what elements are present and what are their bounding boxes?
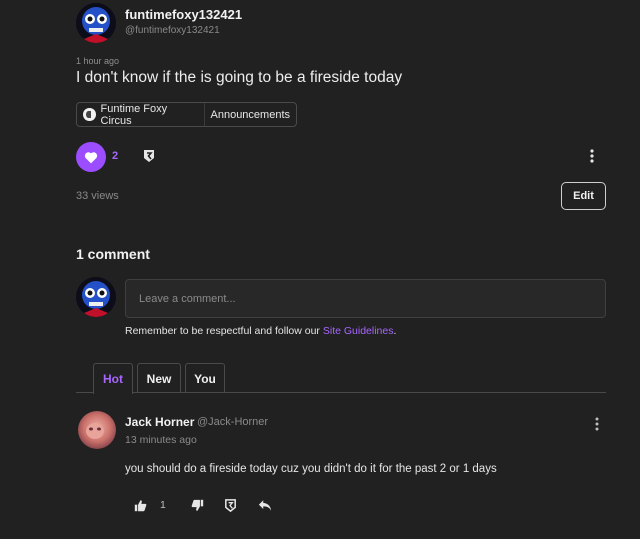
- comment-author-avatar[interactable]: [78, 411, 116, 449]
- post-timestamp: 1 hour ago: [76, 56, 120, 66]
- comment-author-handle: @Jack-Horner: [197, 416, 269, 428]
- like-button[interactable]: [76, 142, 106, 172]
- comment-score: 1: [160, 499, 166, 511]
- tab-new[interactable]: New: [137, 363, 181, 393]
- comment-award-button[interactable]: [222, 497, 238, 513]
- upvote-button[interactable]: [132, 497, 148, 513]
- reply-icon: [258, 499, 272, 511]
- community-logo-icon: [83, 108, 96, 121]
- tab-hot[interactable]: Hot: [93, 363, 133, 394]
- comment-text: you should do a fireside today cuz you d…: [125, 463, 497, 475]
- tag-category-label: Announcements: [210, 108, 291, 121]
- award-button[interactable]: [141, 148, 157, 164]
- downvote-button[interactable]: [189, 497, 205, 513]
- guidelines-prefix: Remember to be respectful and follow our: [125, 325, 323, 337]
- thumbs-down-icon: [191, 499, 203, 511]
- post-author-name[interactable]: funtimefoxy132421: [125, 7, 242, 22]
- tag-community-label: Funtime Foxy Circus: [100, 102, 168, 127]
- post-title: I don't know if the is going to be a fir…: [76, 69, 403, 86]
- current-user-avatar[interactable]: [76, 277, 116, 317]
- tab-you[interactable]: You: [185, 363, 225, 393]
- comments-title: 1 comment: [76, 246, 150, 262]
- guidelines-notice: Remember to be respectful and follow our…: [125, 325, 396, 337]
- heart-icon: [84, 151, 98, 163]
- award-icon: [224, 498, 236, 512]
- site-guidelines-link[interactable]: Site Guidelines: [323, 325, 394, 337]
- post-tags: Funtime Foxy Circus Announcements: [76, 102, 297, 127]
- like-count: 2: [112, 150, 119, 162]
- view-count: 33 views: [76, 190, 119, 202]
- thumbs-up-icon: [134, 499, 146, 511]
- edit-button[interactable]: Edit: [561, 182, 606, 210]
- post-author-avatar[interactable]: [76, 3, 116, 43]
- award-icon: [144, 150, 154, 162]
- more-vertical-icon: [595, 417, 599, 431]
- post-author-handle: @funtimefoxy132421: [125, 25, 220, 36]
- post-more-button[interactable]: [584, 148, 600, 164]
- comment-input[interactable]: [139, 292, 592, 305]
- tag-category[interactable]: Announcements: [203, 103, 297, 126]
- comment-author-name[interactable]: Jack Horner: [125, 415, 194, 429]
- reply-button[interactable]: [257, 497, 273, 513]
- comment-more-button[interactable]: [589, 416, 605, 432]
- tag-community[interactable]: Funtime Foxy Circus: [77, 102, 204, 127]
- comment-timestamp: 13 minutes ago: [125, 434, 197, 446]
- guidelines-suffix: .: [393, 325, 397, 337]
- tabs-divider: [76, 392, 606, 393]
- comment-box[interactable]: [125, 279, 606, 318]
- more-vertical-icon: [590, 149, 594, 163]
